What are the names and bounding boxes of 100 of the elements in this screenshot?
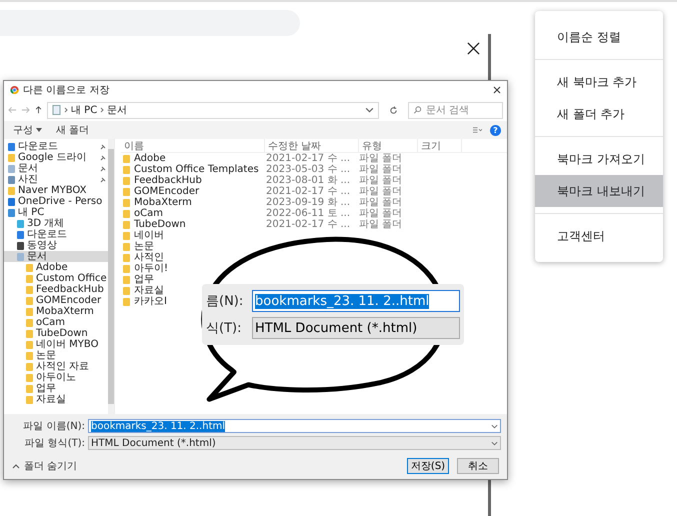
column-header[interactable]: 유형 <box>359 139 418 152</box>
nav-item[interactable]: 논문 <box>4 350 108 361</box>
dialog-button[interactable]: 취소 <box>457 458 499 474</box>
file-name-field: bookmarks_23. 11. 2..html <box>252 290 460 312</box>
modified-date: 2023-05-03 수 ... <box>265 164 352 175</box>
file-name[interactable]: Custom Office Templates <box>134 164 259 175</box>
modified-date: 2023-09-19 화 ... <box>265 197 352 208</box>
nav-item[interactable]: GOMEncoder <box>4 295 108 306</box>
nav-item[interactable]: 업무 <box>4 383 108 394</box>
file-type: 파일 폴더 <box>358 197 404 208</box>
search-icon <box>413 106 422 114</box>
caret-icon <box>36 128 42 132</box>
dropdown-caret-icon[interactable] <box>491 440 498 446</box>
file-name[interactable]: TubeDown <box>134 219 186 230</box>
file-name-value: bookmarks_23. 11. 2..html <box>91 420 226 432</box>
caret-icon <box>12 464 20 468</box>
menu-item[interactable]: 이름순 정렬 <box>535 21 663 53</box>
dialog-title: 다른 이름으로 저장 <box>23 84 110 97</box>
modified-date: 2023-08-01 화 ... <box>265 175 352 186</box>
modified-date: 2021-02-17 수 ... <box>265 219 352 230</box>
nav-item[interactable]: Custom Office <box>4 273 108 284</box>
menu-item[interactable]: 북마크 내보내기 <box>535 175 663 207</box>
breadcrumb-item[interactable]: 내 PC <box>71 103 98 117</box>
nav-item[interactable]: Adobe <box>4 262 108 273</box>
nav-item[interactable]: 사적인 자료 <box>4 361 108 372</box>
file-name-label: 름(N): <box>206 293 244 310</box>
document-icon <box>52 105 61 115</box>
column-header[interactable]: 크기 <box>418 139 462 152</box>
modified-date: 2021-02-17 수 ... <box>265 153 352 164</box>
file-name-field[interactable]: bookmarks_23. 11. 2..html <box>88 419 501 433</box>
menu-item[interactable]: 고객센터 <box>535 220 663 252</box>
pin-icon <box>100 176 106 182</box>
file-name[interactable]: 사적인 <box>134 252 164 263</box>
close-icon[interactable] <box>493 86 501 94</box>
help-button[interactable]: ? <box>490 124 501 136</box>
nav-item[interactable]: 다운로드 <box>4 229 108 240</box>
file-name[interactable]: Adobe <box>134 153 166 164</box>
nav-item[interactable]: 다운로드 <box>4 141 108 152</box>
file-name[interactable]: MobaXterm <box>134 197 192 208</box>
new-folder-button[interactable]: 새 폴더 <box>53 123 92 137</box>
file-name-label: 파일 이름(N): <box>22 420 86 433</box>
nav-item[interactable]: 동영상 <box>4 240 108 251</box>
nav-item[interactable]: 3D 개체 <box>4 218 108 229</box>
browser-logo-icon <box>10 85 19 95</box>
menu-item[interactable]: 북마크 가져오기 <box>535 143 663 175</box>
nav-item[interactable]: Naver MYBOX <box>4 185 108 196</box>
file-name[interactable]: FeedbackHub <box>134 175 202 186</box>
file-type-label: 파일 형식(T): <box>24 437 86 450</box>
nav-item[interactable]: 아두이노 <box>4 372 108 383</box>
nav-item[interactable]: oCam <box>4 317 108 328</box>
column-header[interactable]: 이름 <box>121 139 265 152</box>
view-options-icon[interactable] <box>473 126 482 134</box>
nav-item[interactable]: 자료실 <box>4 394 108 405</box>
organize-button[interactable]: 구성 <box>10 123 45 137</box>
modified-date: 2021-02-17 수 ... <box>265 186 352 197</box>
pin-icon <box>100 166 106 172</box>
file-type: 파일 폴더 <box>358 175 404 186</box>
menu-item[interactable]: 새 폴더 추가 <box>535 98 663 130</box>
file-name[interactable]: 자료실 <box>134 285 164 296</box>
search-field[interactable]: 문서 검색 <box>408 102 503 118</box>
pin-icon <box>100 154 106 160</box>
file-type: 파일 폴더 <box>358 219 404 230</box>
hide-folders-button[interactable]: 폴더 숨기기 <box>12 459 78 473</box>
nav-item[interactable]: 문서 <box>4 163 108 174</box>
nav-item[interactable]: Google 드라이 <box>4 152 108 163</box>
file-type: 파일 폴더 <box>358 208 404 219</box>
chevron-right-icon <box>100 107 104 113</box>
address-bar[interactable]: 내 PC 문서 <box>47 102 379 118</box>
up-arrow-icon[interactable] <box>34 106 43 114</box>
file-type-label: 식(T): <box>206 320 242 337</box>
file-type: 파일 폴더 <box>358 164 404 175</box>
nav-item[interactable]: 사진 <box>4 174 108 185</box>
file-type-dropdown[interactable]: HTML Document (*.html) <box>88 436 501 450</box>
dropdown-caret-icon[interactable] <box>365 106 374 114</box>
file-name[interactable]: 논문 <box>134 241 154 252</box>
nav-item[interactable]: OneDrive - Perso <box>4 196 108 207</box>
close-icon[interactable] <box>467 42 480 55</box>
nav-item[interactable]: TubeDown <box>4 328 108 339</box>
nav-item[interactable]: 네이버 MYBO <box>4 339 108 350</box>
file-name[interactable]: GOMEncoder <box>134 186 200 197</box>
file-type: 파일 폴더 <box>358 153 404 164</box>
column-header[interactable]: 수정한 날짜 <box>265 139 359 152</box>
breadcrumb-item[interactable]: 문서 <box>107 103 128 117</box>
file-name[interactable]: 네이버 <box>134 230 164 241</box>
file-type: 파일 폴더 <box>358 186 404 197</box>
file-name[interactable]: 카카오I <box>134 296 167 307</box>
pin-icon <box>100 144 106 150</box>
nav-item[interactable]: FeedbackHub <box>4 284 108 295</box>
modified-date: 2022-06-11 토 ... <box>265 208 352 219</box>
chevron-right-icon <box>64 107 68 113</box>
refresh-icon[interactable] <box>389 106 398 114</box>
dialog-button[interactable]: 저장(S) <box>407 458 449 474</box>
nav-item[interactable]: MobaXterm <box>4 306 108 317</box>
file-name[interactable]: oCam <box>134 208 163 219</box>
dropdown-caret-icon[interactable] <box>491 424 498 428</box>
menu-item[interactable]: 새 북마크 추가 <box>535 66 663 98</box>
nav-item[interactable]: 문서 <box>4 251 108 262</box>
file-name[interactable]: 아두이! <box>134 263 168 274</box>
nav-item[interactable]: 내 PC <box>4 207 108 218</box>
file-name[interactable]: 업무 <box>134 274 154 285</box>
